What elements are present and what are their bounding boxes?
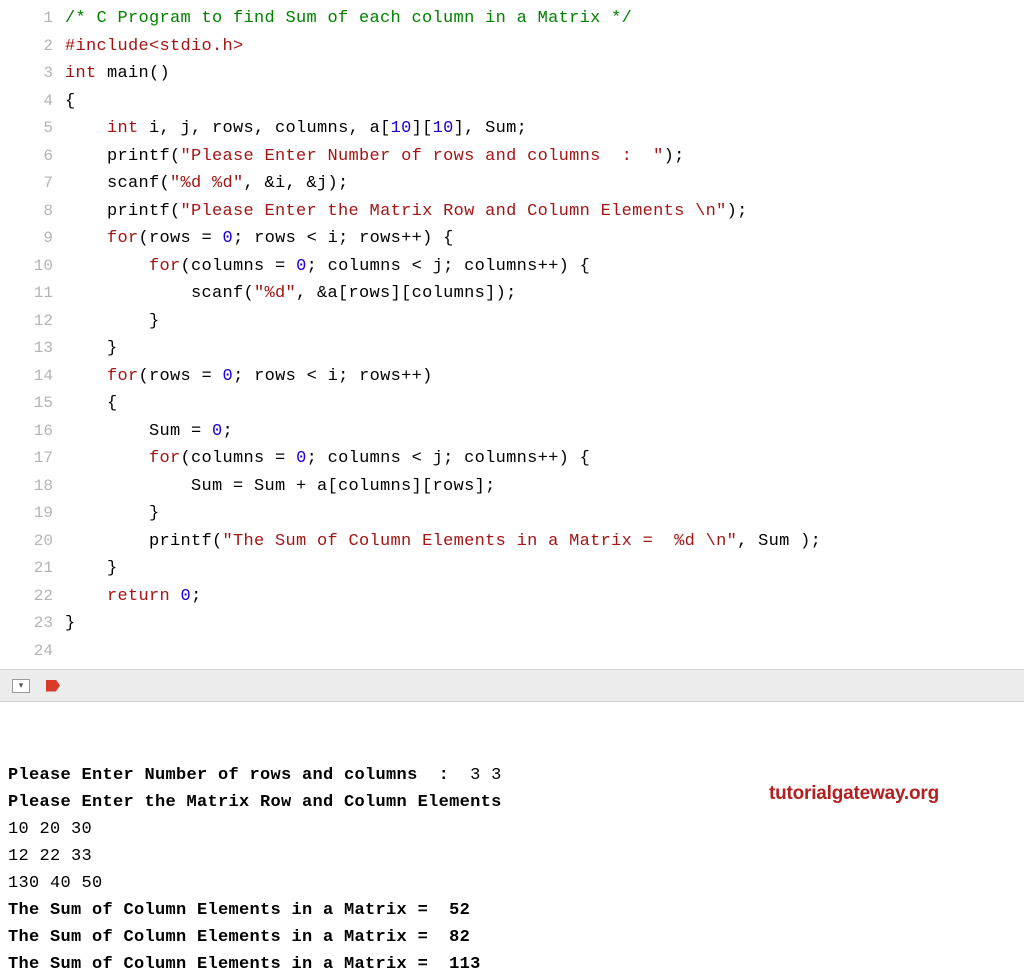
code-line: } [65,610,1024,638]
line-number: 11 [0,280,53,308]
code-line: { [65,88,1024,116]
line-number: 15 [0,390,53,418]
console-line: 10 20 30 [8,816,1016,843]
line-number: 7 [0,170,53,198]
line-number: 12 [0,308,53,336]
code-line: for(rows = 0; rows < i; rows++) { [65,225,1024,253]
line-number: 4 [0,88,53,116]
code-line: for(columns = 0; columns < j; columns++)… [65,445,1024,473]
console-line: 130 40 50 [8,870,1016,897]
line-number: 6 [0,143,53,171]
code-line: printf("Please Enter Number of rows and … [65,143,1024,171]
code-line: return 0; [65,583,1024,611]
code-line: { [65,390,1024,418]
line-number: 14 [0,363,53,391]
code-editor: 123456789101112131415161718192021222324 … [0,0,1024,669]
line-number: 22 [0,583,53,611]
console-line: The Sum of Column Elements in a Matrix =… [8,924,1016,951]
console-toolbar: ▾ [0,669,1024,702]
line-number: 23 [0,610,53,638]
console-output[interactable]: tutorialgateway.org Please Enter Number … [0,702,1024,978]
line-number: 5 [0,115,53,143]
watermark-text: tutorialgateway.org [769,780,939,807]
code-line: for(rows = 0; rows < i; rows++) [65,363,1024,391]
line-number: 19 [0,500,53,528]
line-number: 8 [0,198,53,226]
code-line: printf("The Sum of Column Elements in a … [65,528,1024,556]
code-line: printf("Please Enter the Matrix Row and … [65,198,1024,226]
line-number: 24 [0,638,53,666]
console-dropdown-icon[interactable]: ▾ [12,679,30,693]
code-line: scanf("%d", &a[rows][columns]); [65,280,1024,308]
code-line: scanf("%d %d", &i, &j); [65,170,1024,198]
code-content[interactable]: /* C Program to find Sum of each column … [65,0,1024,669]
console-line: The Sum of Column Elements in a Matrix =… [8,897,1016,924]
code-line: for(columns = 0; columns < j; columns++)… [65,253,1024,281]
code-line: } [65,555,1024,583]
line-number: 13 [0,335,53,363]
line-number: 16 [0,418,53,446]
code-line: int main() [65,60,1024,88]
line-number: 2 [0,33,53,61]
console-line: 12 22 33 [8,843,1016,870]
code-line: } [65,335,1024,363]
code-line: } [65,308,1024,336]
console-line: The Sum of Column Elements in a Matrix =… [8,951,1016,978]
code-line: } [65,500,1024,528]
code-line: #include<stdio.h> [65,33,1024,61]
code-line: Sum = 0; [65,418,1024,446]
line-number: 10 [0,253,53,281]
line-number: 17 [0,445,53,473]
line-number: 18 [0,473,53,501]
line-number: 1 [0,5,53,33]
line-number: 20 [0,528,53,556]
line-number-gutter: 123456789101112131415161718192021222324 [0,0,65,669]
code-line: Sum = Sum + a[columns][rows]; [65,473,1024,501]
line-number: 9 [0,225,53,253]
code-line: int i, j, rows, columns, a[10][10], Sum; [65,115,1024,143]
line-number: 3 [0,60,53,88]
line-number: 21 [0,555,53,583]
code-line: /* C Program to find Sum of each column … [65,5,1024,33]
